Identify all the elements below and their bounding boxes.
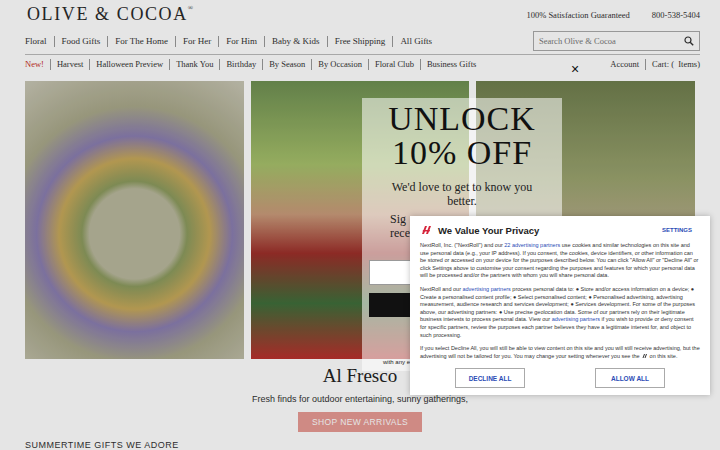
nextroll-icon [641, 353, 648, 359]
partners-link[interactable]: 22 advertising partners [504, 242, 560, 248]
nextroll-logo-icon [420, 224, 432, 236]
consent-paragraph: If you select Decline All, you will stil… [420, 345, 700, 360]
popup-title: 10% OFF [392, 136, 532, 170]
popup-close-button[interactable]: × [571, 61, 579, 77]
privacy-dialog: We Value Your Privacy SETTINGS NextRoll, I… [410, 216, 710, 395]
popup-title: UNLOCK [388, 102, 536, 136]
consent-button[interactable]: ALLOW ALL [595, 368, 665, 388]
partners-link[interactable]: advertising partners [552, 316, 600, 322]
consent-paragraph: NextRoll, Inc. ("NextRoll") and our 22 a… [420, 242, 700, 280]
partners-link[interactable]: advertising partners [463, 286, 511, 292]
popup-fine-print: with any e [369, 359, 410, 365]
consent-paragraph: NextRoll and our advertising partners pr… [420, 286, 700, 339]
popup-lead: better. [447, 194, 477, 208]
settings-link[interactable]: SETTINGS [662, 227, 700, 233]
page: OLIVE & COCOA®100% Satisfaction Guarante… [0, 0, 720, 450]
popup-lead: We'd love to get to know you [392, 180, 533, 194]
dialog-title: We Value Your Privacy [438, 225, 656, 236]
consent-button[interactable]: DECLINE ALL [455, 368, 525, 388]
popup-text: rece [369, 226, 410, 240]
popup-text: Sig [369, 212, 406, 226]
